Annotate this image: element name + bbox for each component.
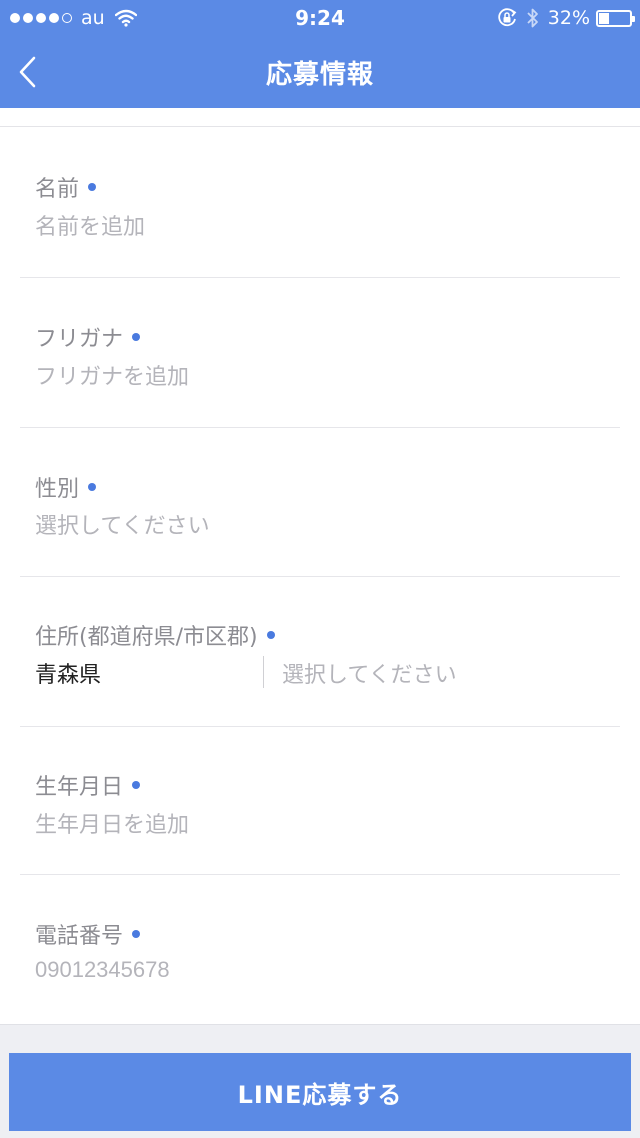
- address-label-text: 住所(都道府県/市区郡): [35, 625, 258, 650]
- birthday-input[interactable]: 生年月日を追加: [35, 807, 189, 839]
- birthday-label: 生年月日: [35, 769, 141, 801]
- nav-bar: 応募情報: [0, 36, 640, 108]
- phone-label: 電話番号: [35, 918, 141, 950]
- required-dot: [132, 333, 141, 341]
- required-dot: [132, 930, 141, 938]
- footer: LINE応募する: [0, 1024, 640, 1138]
- phone-label-text: 電話番号: [35, 924, 124, 949]
- application-form: 名前 名前を追加 フリガナ フリガナを追加 性別 選択してください 住所(都道府…: [0, 127, 640, 1024]
- header: au 9:24 32% 応募情報: [0, 0, 640, 108]
- line-apply-button[interactable]: LINE応募する: [9, 1053, 631, 1131]
- phone-input[interactable]: 09012345678: [35, 957, 170, 983]
- required-dot: [88, 483, 97, 491]
- city-select[interactable]: 選択してください: [282, 657, 457, 689]
- gender-label-text: 性別: [35, 477, 80, 502]
- status-bar: au 9:24 32%: [0, 0, 640, 36]
- battery-percent: 32%: [547, 7, 590, 29]
- top-divider: [0, 108, 640, 127]
- page-title: 応募情報: [265, 60, 374, 90]
- furigana-label-text: フリガナ: [35, 327, 124, 352]
- birthday-label-text: 生年月日: [35, 775, 124, 800]
- name-label: 名前: [35, 171, 97, 203]
- required-dot: [132, 781, 141, 789]
- required-dot: [88, 183, 97, 191]
- prefecture-select[interactable]: 青森県: [35, 657, 101, 689]
- gender-field: 性別 選択してください: [20, 428, 620, 577]
- gender-label: 性別: [35, 471, 97, 503]
- status-right: 32%: [496, 6, 635, 30]
- battery-icon: [596, 9, 635, 27]
- rotation-lock-icon: [498, 8, 517, 27]
- address-field: 住所(都道府県/市区郡) 青森県 選択してください: [20, 577, 620, 727]
- name-label-text: 名前: [35, 177, 80, 202]
- phone-field: 電話番号 09012345678: [20, 875, 620, 1024]
- furigana-field: フリガナ フリガナを追加: [20, 278, 620, 428]
- furigana-label: フリガナ: [35, 321, 141, 353]
- required-dot: [266, 631, 275, 639]
- gender-select[interactable]: 選択してください: [35, 508, 210, 540]
- name-field: 名前 名前を追加: [20, 127, 620, 278]
- address-divider: [263, 656, 264, 688]
- name-input[interactable]: 名前を追加: [35, 209, 145, 241]
- birthday-field: 生年月日 生年月日を追加: [20, 727, 620, 875]
- battery-fill: [599, 12, 610, 24]
- address-label: 住所(都道府県/市区郡): [35, 619, 275, 651]
- bluetooth-icon: [527, 8, 538, 28]
- furigana-input[interactable]: フリガナを追加: [35, 359, 189, 391]
